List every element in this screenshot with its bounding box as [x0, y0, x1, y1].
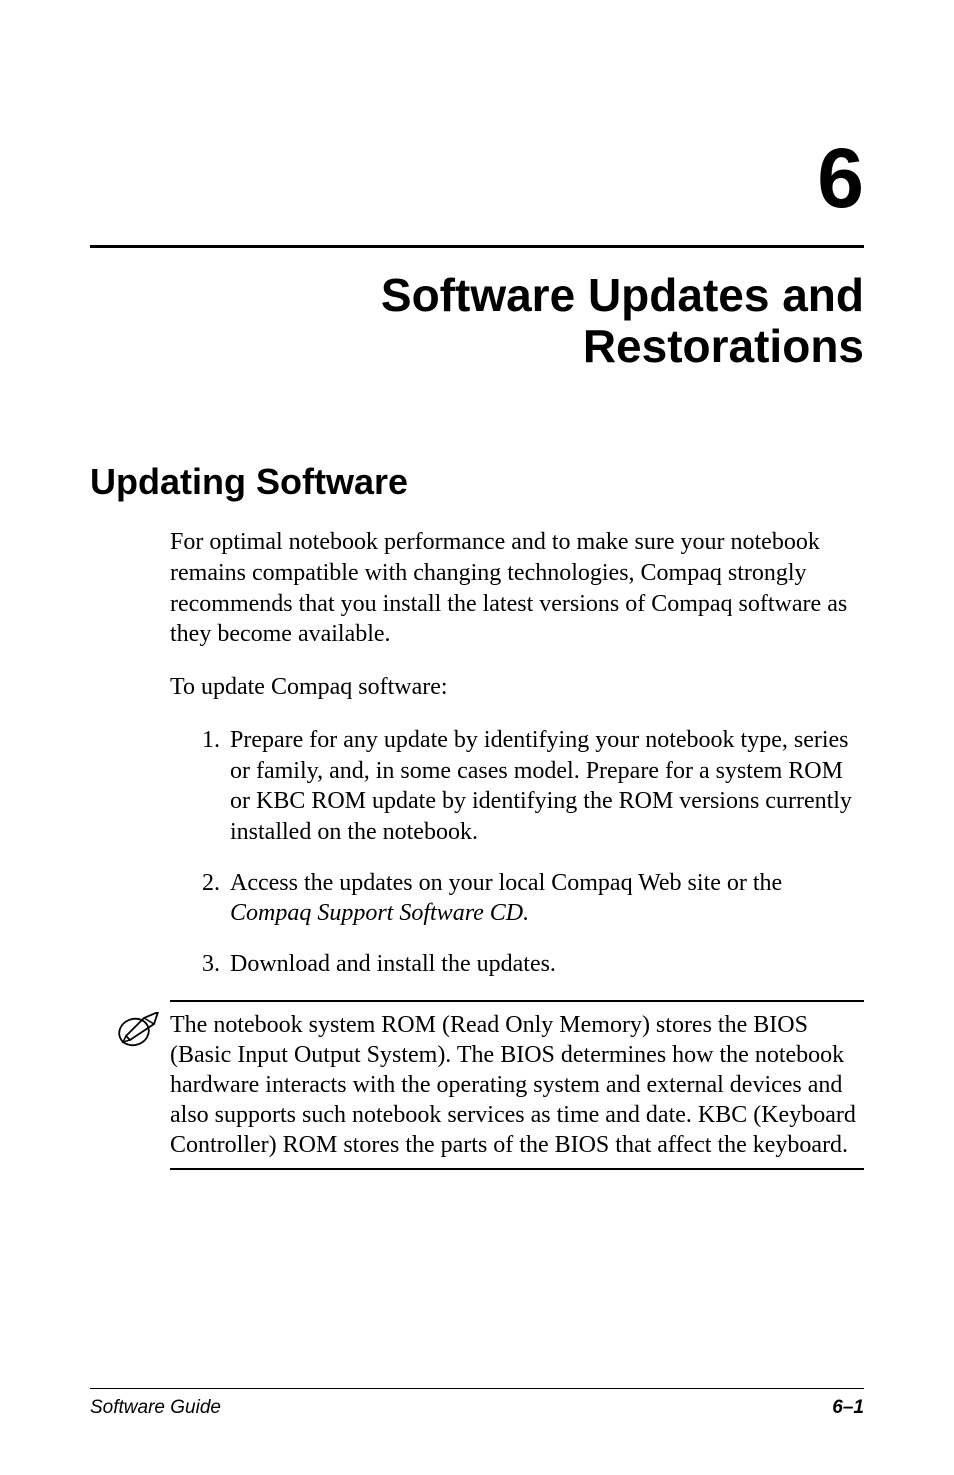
list-number: 2. [194, 868, 220, 929]
paragraph-1: For optimal notebook performance and to … [170, 527, 864, 650]
list-item: 2. Access the updates on your local Comp… [194, 868, 864, 929]
note-text: The notebook system ROM (Read Only Memor… [170, 1010, 864, 1160]
list-text-pre: Access the updates on your local Compaq … [230, 870, 782, 896]
chapter-rule [90, 245, 864, 248]
chapter-title-line1: Software Updates and [381, 269, 864, 321]
footer-doc-title: Software Guide [90, 1397, 221, 1419]
list-item: 3. Download and install the updates. [194, 949, 864, 980]
document-page: 6 Software Updates and Restorations Upda… [0, 0, 954, 1475]
chapter-title-line2: Restorations [583, 320, 864, 372]
list-text: Download and install the updates. [230, 949, 864, 980]
list-text: Prepare for any update by identifying yo… [230, 725, 864, 848]
footer-row: Software Guide 6–1 [90, 1397, 864, 1419]
note-rule-top [170, 1000, 864, 1002]
note-rule-bottom [170, 1168, 864, 1170]
footer-rule [90, 1388, 864, 1389]
chapter-title: Software Updates and Restorations [90, 270, 864, 371]
paragraph-2: To update Compaq software: [170, 672, 864, 703]
note-pencil-icon [114, 1012, 160, 1053]
chapter-number: 6 [90, 130, 864, 227]
footer-page-number: 6–1 [832, 1397, 864, 1419]
note-block: The notebook system ROM (Read Only Memor… [170, 1000, 864, 1170]
list-text: Access the updates on your local Compaq … [230, 868, 864, 929]
list-text-italic: Compaq Support Software CD. [230, 900, 529, 926]
list-item: 1. Prepare for any update by identifying… [194, 725, 864, 848]
section-heading: Updating Software [90, 461, 864, 503]
list-number: 3. [194, 949, 220, 980]
note-content: The notebook system ROM (Read Only Memor… [170, 1010, 864, 1160]
page-footer: Software Guide 6–1 [90, 1388, 864, 1419]
ordered-list: 1. Prepare for any update by identifying… [194, 725, 864, 980]
list-number: 1. [194, 725, 220, 848]
